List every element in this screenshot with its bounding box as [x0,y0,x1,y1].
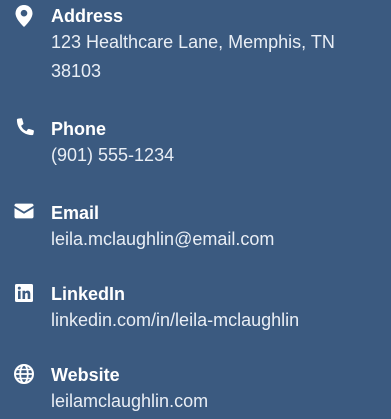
website-label: Website [51,365,120,385]
phone-value[interactable]: (901) 555-1234 [51,141,391,170]
linkedin-icon [14,283,34,303]
map-pin-icon [14,5,34,27]
linkedin-value[interactable]: linkedin.com/in/leila-mclaughlin [51,306,391,335]
address-value: 123 Healthcare Lane, Memphis, TN 38103 [51,32,335,81]
phone-label: Phone [51,119,107,139]
linkedin-label: LinkedIn [51,284,126,304]
contact-info-list: Address 123 Healthcare Lane, Memphis, TN… [0,0,391,419]
phone-icon [14,118,34,138]
email-value[interactable]: leila.mclaughlin@email.com [51,225,391,254]
email-label: Email [51,203,100,223]
website-value[interactable]: leilamclaughlin.com [51,387,391,416]
envelope-icon [14,201,34,221]
address-label: Address [51,6,124,26]
globe-icon [14,364,34,384]
